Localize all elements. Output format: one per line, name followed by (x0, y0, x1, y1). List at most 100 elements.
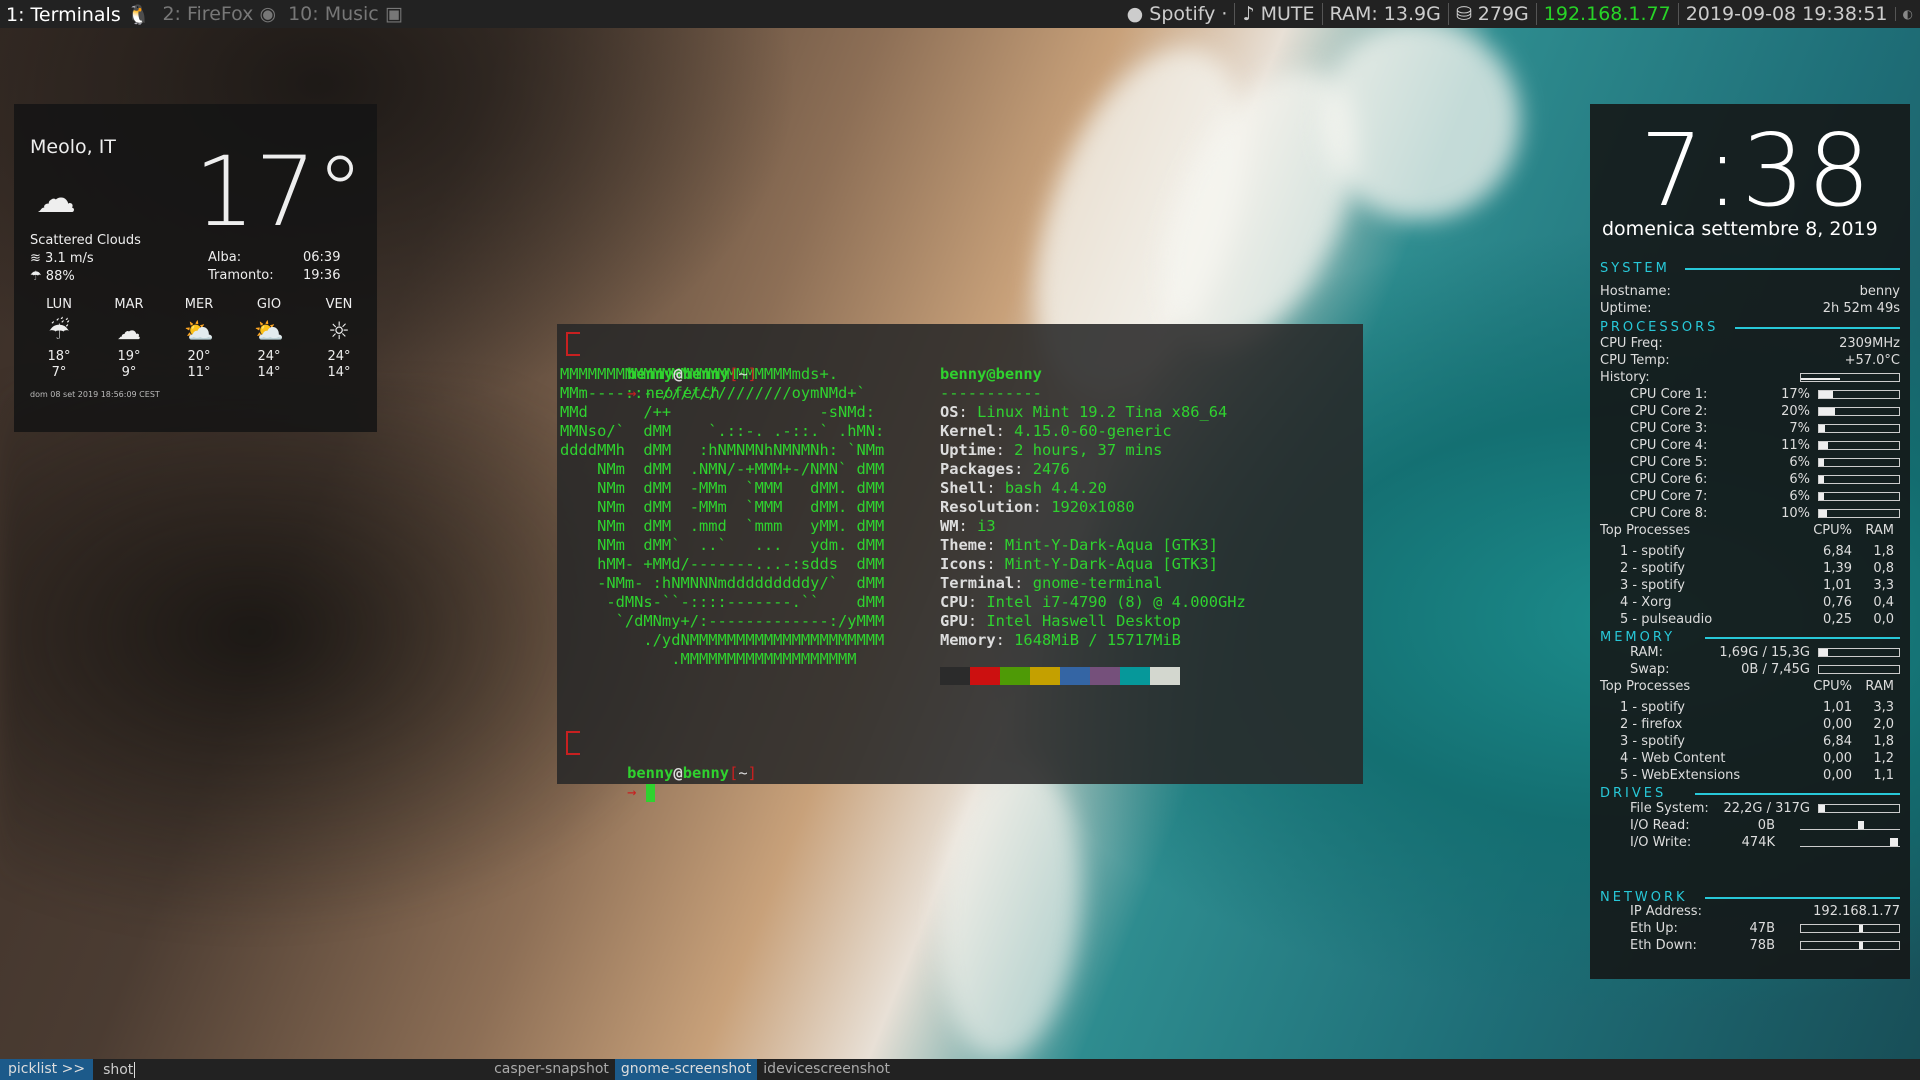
info-value: Mint-Y-Dark-Aqua [GTK3] (1004, 536, 1219, 554)
sun-icon: ☼ (328, 317, 350, 345)
command-text: neofetch (645, 384, 720, 402)
cpu-core-bar (1818, 492, 1900, 501)
ascii-art-line: ./ydNMMMMMMMMMMMMMMMMMMMMM (560, 631, 885, 649)
process-row: 1 - spotify 6,84 1,8 (1620, 544, 1894, 559)
neofetch-row: ddddMMh dMM :hNMNMNhNMNMNh: `NMm Uptime: … (560, 441, 1363, 460)
humidity-row: ☂ 88% (30, 269, 75, 284)
workspace-1[interactable]: 1: Terminals 🐧 (0, 3, 156, 26)
info-key: Memory (940, 631, 996, 649)
ascii-art-line: ddddMMh dMM :hNMNMNhNMNMNh: `NMm (560, 441, 885, 459)
cpu-core-row: CPU Core 2: 20% (1600, 404, 1900, 421)
ip-row: IP Address: 192.168.1.77 (1630, 904, 1900, 919)
info-key: WM (940, 517, 959, 535)
terminal-cursor (645, 784, 655, 802)
ascii-art-line: MMd /++ -sNMd: (560, 403, 876, 421)
firefox-icon: ◉ (259, 3, 277, 25)
cpu-core-bar (1818, 509, 1900, 518)
weather-city: Meolo, IT (30, 136, 116, 158)
io-write-row: I/O Write: 474K (1600, 835, 1900, 852)
umbrella-icon: ☂ (30, 269, 42, 284)
forecast-day: MER ⛅ 20° 11° (164, 297, 234, 381)
neofetch-row: -dMNs-``-::::-------.`` dMM CPU: Intel i7… (560, 593, 1363, 612)
cpu-core-bar (1818, 407, 1900, 416)
picklist-option[interactable]: idevicescreenshot (757, 1059, 896, 1080)
hostname-row: Hostname: benny (1600, 284, 1900, 299)
palette-swatch (1030, 667, 1060, 685)
neofetch-output: MMMMMMMMMMMMMMMMMMMMMMMMMmds+. benny@benn… (560, 365, 1363, 669)
info-key: Packages (940, 460, 1015, 478)
input-line[interactable]: → (560, 745, 655, 802)
picklist-option-selected[interactable]: gnome-screenshot (614, 1059, 758, 1080)
neofetch-info-line: Memory: 1648MiB / 15717MiB (940, 631, 1181, 649)
process-row: 2 - spotify 1,39 0,8 (1620, 561, 1894, 576)
tray-icon[interactable]: ◐ (1894, 7, 1920, 21)
neofetch-info-line: Terminal: gnome-terminal (940, 574, 1163, 592)
info-key: GPU (940, 612, 968, 630)
neofetch-info-line: CPU: Intel i7-4790 (8) @ 4.000GHz (940, 593, 1246, 611)
sun-cloud-icon: ⛅ (254, 317, 284, 345)
eth-down-row: Eth Down: 78B (1600, 938, 1900, 955)
palette-swatch (940, 667, 970, 685)
command-line: → neofetch (560, 346, 1363, 402)
workspace-10[interactable]: 10: Music ▣ (282, 3, 409, 25)
ram-row: RAM: 1,69G / 15,3G (1600, 645, 1900, 662)
cpu-core-bar (1818, 441, 1900, 450)
info-key: Icons (940, 555, 987, 573)
process-row: 5 - pulseaudio 0,25 0,0 (1620, 612, 1894, 627)
neofetch-row: NMm dMM .mmd `mmm yMM. dMM WM: i3 (560, 517, 1363, 536)
spotify-status[interactable]: ● Spotify · (1120, 3, 1235, 25)
history-row: History: (1600, 370, 1900, 387)
palette-swatch (1150, 667, 1180, 685)
top-processes-header: Top Processes CPU% RAM (1600, 523, 1894, 538)
audio-status[interactable]: ♪ MUTE (1234, 3, 1321, 25)
info-value: Linux Mint 19.2 Tina x86_64 (977, 403, 1228, 421)
cpu-core-row: CPU Core 6: 6% (1600, 472, 1900, 489)
info-key: Theme (940, 536, 987, 554)
info-key: Terminal (940, 574, 1015, 592)
ip-status: 192.168.1.77 (1535, 3, 1678, 25)
info-value: 4.15.0-60-generic (1014, 422, 1172, 440)
weather-widget: Meolo, IT ☁ 17° Scattered Clouds ≋ 3.1 m… (14, 104, 377, 432)
forecast-day: GIO ⛅ 24° 14° (234, 297, 304, 381)
cpu-temp-row: CPU Temp: +57.0°C (1600, 353, 1900, 368)
info-value: Mint-Y-Dark-Aqua [GTK3] (1004, 555, 1219, 573)
info-key: Uptime (940, 441, 996, 459)
info-value: 1648MiB / 15717MiB (1014, 631, 1181, 649)
terminal-window[interactable]: benny@benny[~] → neofetch MMMMMMMMMMMMMM… (557, 324, 1363, 802)
neofetch-row: NMm dMM` ..` ... ydm. dMM Theme: Mint-Y-D… (560, 536, 1363, 555)
memory-top-header: Top Processes CPU% RAM (1600, 679, 1894, 694)
io-read-row: I/O Read: 0B (1600, 818, 1900, 835)
ascii-art-line: NMm dMM` ..` ... ydm. dMM (560, 536, 885, 554)
neofetch-info-line: Icons: Mint-Y-Dark-Aqua [GTK3] (940, 555, 1219, 573)
ascii-art-line: -dMNs-``-::::-------.`` dMM (560, 593, 885, 611)
disk-status: ⛁ 279G (1447, 3, 1536, 25)
info-key: Shell (940, 479, 987, 497)
wind-row: ≋ 3.1 m/s (30, 251, 94, 266)
weather-details: Scattered Clouds ≋ 3.1 m/s ☂ 88% (30, 232, 141, 286)
info-key: CPU (940, 593, 968, 611)
cloud-icon: ☁ (36, 176, 76, 222)
forecast-day: LUN ☔ 18° 7° (24, 297, 94, 381)
info-key: Resolution (940, 498, 1033, 516)
forecast-day: VEN ☼ 24° 14° (304, 297, 374, 381)
cpu-core-row: CPU Core 8: 10% (1600, 506, 1900, 523)
clock: 7:38 (1640, 112, 1873, 229)
rain-cloud-icon: ☔ (48, 317, 70, 345)
neofetch-info-line: Shell: bash 4.4.20 (940, 479, 1107, 497)
filesystem-row: File System: 22,2G / 317G (1600, 801, 1900, 818)
picklist-input[interactable]: shot (93, 1061, 488, 1078)
section-drives: DRIVES (1600, 786, 1900, 801)
info-key: OS (940, 403, 959, 421)
neofetch-row: NMm dMM -MMm `MMM dMM. dMM Resolution: 19… (560, 498, 1363, 517)
neofetch-row: hMM- +MMd/-------...-:sdds dMM Icons: Min… (560, 555, 1363, 574)
swap-row: Swap: 0B / 7,45G (1600, 662, 1900, 679)
neofetch-title: benny@benny (940, 365, 1042, 383)
info-value: i3 (977, 517, 996, 535)
ascii-art-line: NMm dMM -MMm `MMM dMM. dMM (560, 479, 885, 497)
picklist-option[interactable]: casper-snapshot (488, 1059, 615, 1080)
info-value: bash 4.4.20 (1004, 479, 1107, 497)
picklist-prompt: picklist >> (0, 1059, 94, 1080)
neofetch-info-line: Packages: 2476 (940, 460, 1070, 478)
ascii-art-line: NMm dMM .NMN/-+MMM+-/NMN` dMM (560, 460, 885, 478)
workspace-2[interactable]: 2: FireFox ◉ (156, 3, 282, 25)
